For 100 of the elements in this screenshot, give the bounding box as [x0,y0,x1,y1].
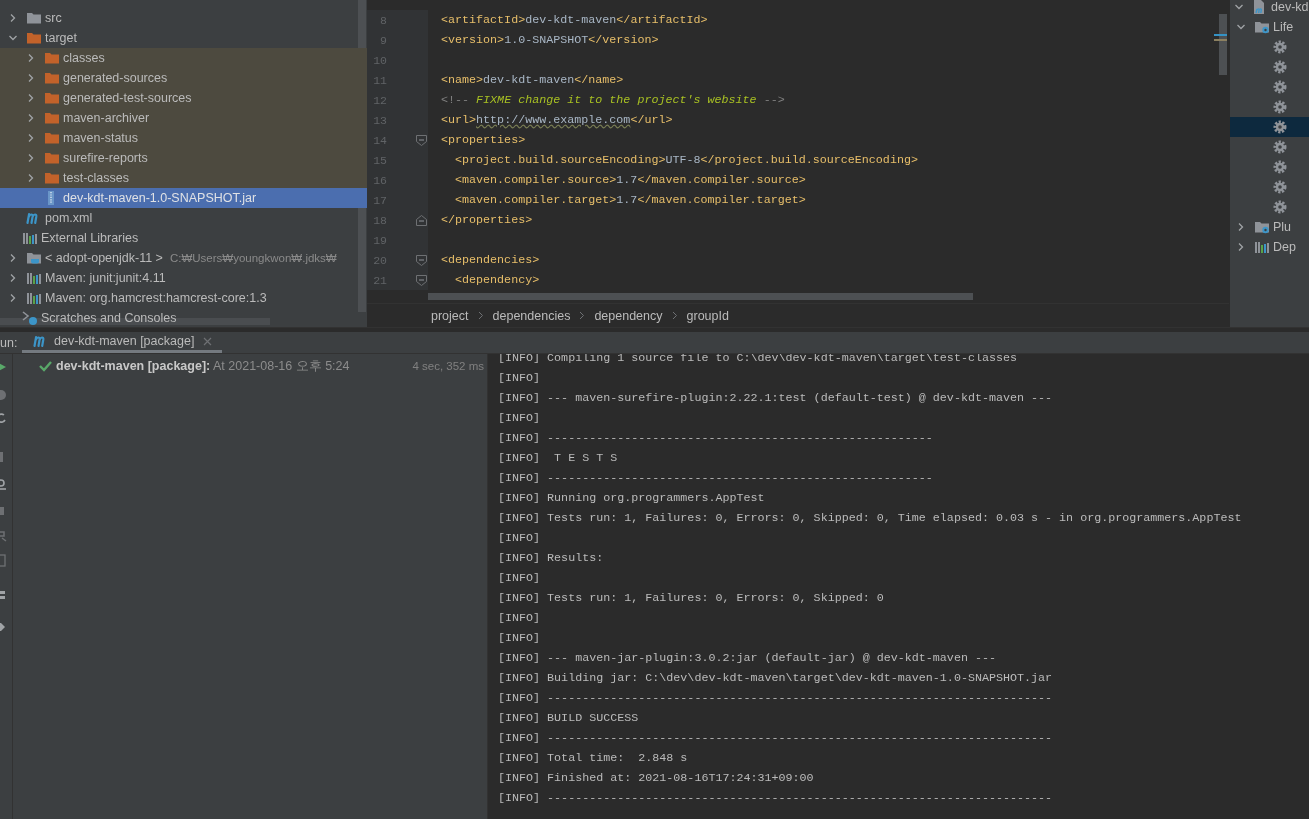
code-line: <properties> [440,132,527,149]
tree-row[interactable]: maven-archiver [0,108,367,128]
chevron-icon[interactable] [26,133,36,143]
console-line: [INFO] Results: [498,550,605,567]
console-line: [INFO] [498,410,542,427]
chevron-icon[interactable] [1236,222,1246,232]
chevron-icon[interactable] [1236,242,1246,252]
panel-label: un: [0,335,19,350]
code-line: <dependencies> [440,252,541,269]
fold-icon[interactable] [416,134,427,146]
fold-icon[interactable] [416,274,427,286]
toolbar-icon[interactable] [0,412,7,426]
console-line: [INFO] T E S T S [498,450,619,467]
chevron-icon [579,311,586,320]
fold-icon[interactable] [416,254,427,266]
code-line: <name>dev-kdt-maven</name> [440,72,625,89]
toolbar-icon[interactable] [0,530,7,544]
error-stripe-mark [1214,34,1227,36]
library-icon [26,290,42,306]
console-line: [INFO] Finished at: 2021-08-16T17:24:31+09:00 [498,770,815,787]
console-line: [INFO] Tests run: 1, Failures: 0, Errors: 0, Skipped: 0 [498,590,885,607]
breadcrumb[interactable]: dependencies [492,308,571,323]
library-icon [22,230,38,246]
toolbar-icon[interactable] [0,588,7,602]
code-line: <!-- FIXME change it to the project's website --> [440,92,786,109]
folder-icon [44,70,60,86]
close-icon[interactable] [203,336,213,346]
gear-folder-icon [1254,19,1270,35]
folder-icon [44,110,60,126]
run-node-title[interactable]: dev-kdt-maven [package]: At 2021-08-16 오후 5:24 [56,357,350,375]
console-line: [INFO] ------------------------------------------------------- [498,470,934,487]
chevron-icon[interactable] [26,93,36,103]
folder-icon [44,150,60,166]
chevron-icon[interactable] [26,173,36,183]
gear-icon [1272,159,1288,175]
console-line: [INFO] [498,530,542,547]
folder-icon [44,50,60,66]
tree-row[interactable]: generated-sources [0,68,367,88]
chevron-icon[interactable] [8,273,18,283]
gear-icon [1272,199,1288,215]
chevron-icon[interactable] [8,253,18,263]
toolbar-icon[interactable] [0,620,7,634]
tree-row[interactable]: maven-status [0,128,367,148]
gear-icon [1272,39,1288,55]
chevron-icon [477,311,484,320]
tree-row[interactable]: src [0,8,367,28]
chevron-icon [671,311,678,320]
tree-row[interactable]: dev-kd [1230,0,1309,17]
toolbar-icon[interactable] [0,388,7,402]
fold-icon[interactable] [416,214,427,226]
chevron-icon[interactable] [8,293,18,303]
console-line: [INFO] [498,630,542,647]
console-line: [INFO] ------------------------------------------------------------------------ [498,690,1054,707]
console-line: [INFO] BUILD SUCCESS [498,710,640,727]
breadcrumb[interactable]: dependency [594,308,663,323]
tree-row[interactable]: Maven: org.hamcrest:hamcrest-core:1.3 [0,288,367,308]
tree-row[interactable]: pom.xml [0,208,367,228]
gear-folder-icon [1254,219,1270,235]
tree-row[interactable]: Scratches and Consoles [0,308,367,327]
console-line: [INFO] Building jar: C:\dev\dev-kdt-maven\target\dev-kdt-maven-1.0-SNAPSHOT.jar [498,670,1054,687]
tree-row[interactable]: test-classes [0,168,367,188]
gear-icon [1272,59,1288,75]
run-duration: 4 sec, 352 ms [412,360,485,372]
gear-icon [1272,119,1288,135]
tree-row[interactable]: generated-test-sources [0,88,367,108]
jdk-folder-icon [26,250,42,266]
tree-row[interactable]: surefire-reports [0,148,367,168]
tree-row[interactable]: Life [1230,17,1309,37]
tree-row[interactable]: target [0,28,367,48]
chevron-icon[interactable] [8,13,18,23]
toolbar-icon[interactable] [0,478,7,492]
breadcrumb[interactable]: project [431,308,469,323]
breadcrumb[interactable]: groupId [686,308,729,323]
folder-icon [26,10,42,26]
console-line: [INFO] ------------------------------------------------------------------------ [498,790,1054,807]
tree-row[interactable] [1230,117,1309,137]
chevron-icon[interactable] [26,53,36,63]
gear-icon [1272,139,1288,155]
code-line: <artifactId>dev-kdt-maven</artifactId> [440,12,709,29]
tree-row[interactable]: External Libraries [0,228,367,248]
chevron-icon[interactable] [26,113,36,123]
console-line: [INFO] [498,370,542,387]
folder-icon [44,130,60,146]
chevron-icon[interactable] [1234,2,1244,12]
code-line: </properties> [440,212,534,229]
tree-row[interactable]: < adopt-openjdk-11 > C:₩Users₩youngkwon₩.jdks₩ [0,248,367,268]
chevron-icon[interactable] [26,153,36,163]
tree-row[interactable]: Plu [1230,217,1309,237]
toolbar-icon[interactable] [0,504,7,518]
error-stripe-mark [1214,39,1227,41]
chevron-icon[interactable] [8,33,18,43]
folder-icon [44,170,60,186]
tree-row[interactable]: classes [0,48,367,68]
chevron-icon[interactable] [1236,22,1246,32]
tree-row[interactable]: dev-kdt-maven-1.0-SNAPSHOT.jar [0,188,367,208]
console-line: [INFO] Tests run: 1, Failures: 0, Errors: 0, Skipped: 0, Time elapsed: 0.03 s - in org.programmers.AppTest [498,510,1243,527]
tree-row[interactable]: Maven: junit:junit:4.11 [0,268,367,288]
tree-row[interactable]: Dep [1230,237,1309,257]
console-line: [INFO] Total time: 2.848 s [498,750,689,767]
chevron-icon[interactable] [26,73,36,83]
